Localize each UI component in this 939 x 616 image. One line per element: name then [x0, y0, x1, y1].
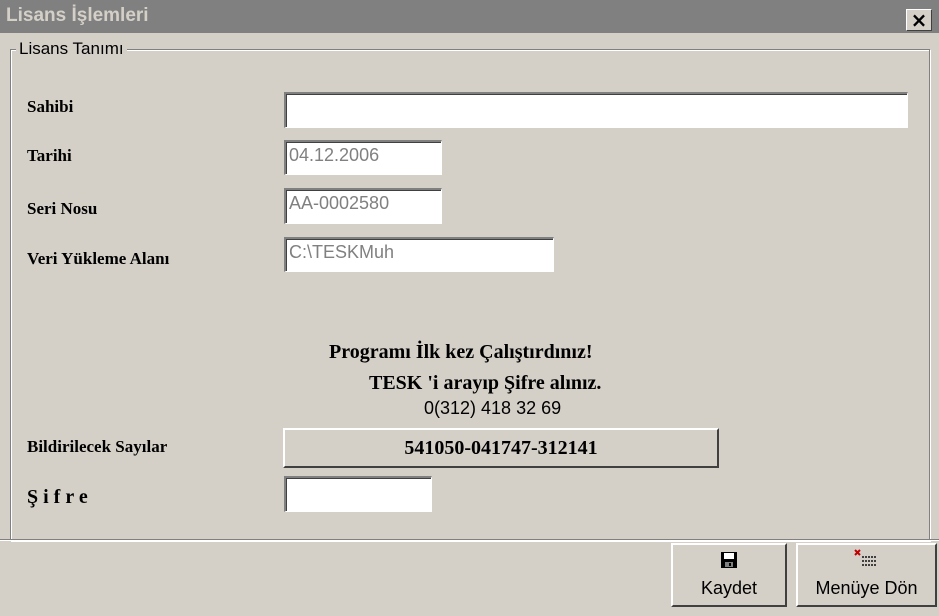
footer-divider: [0, 539, 939, 541]
close-icon: ×: [910, 8, 928, 32]
save-button[interactable]: Kaydet: [671, 543, 787, 607]
date-field: 04.12.2006: [284, 140, 442, 175]
data-path-field: C:\TESKMuh: [284, 237, 554, 272]
window-title: Lisans İşlemleri: [6, 5, 149, 26]
groupbox-legend: Lisans Tanımı: [16, 39, 127, 59]
menu-return-button[interactable]: Menüye Dön: [796, 543, 937, 607]
first-run-message: Programı İlk kez Çalıştırdınız!: [329, 341, 593, 363]
menu-return-icon: [853, 549, 880, 574]
owner-input[interactable]: [284, 92, 908, 128]
menu-return-label: Menüye Dön: [815, 578, 918, 598]
phone-number: 0(312) 418 32 69: [424, 398, 562, 418]
floppy-disk-icon: [720, 551, 738, 574]
title-bar: Lisans İşlemleri ×: [0, 0, 939, 33]
date-label: Tarihi: [27, 146, 72, 165]
serial-field: AA-0002580: [284, 188, 442, 224]
password-input[interactable]: [284, 476, 432, 512]
close-button[interactable]: ×: [906, 9, 932, 31]
data-path-label: Veri Yükleme Alanı: [27, 249, 170, 268]
license-code-button[interactable]: 541050-041747-312141: [283, 428, 719, 468]
numbers-label: Bildirilecek Sayılar: [27, 437, 168, 456]
save-label: Kaydet: [700, 578, 758, 598]
password-label: Ş i f r e: [27, 486, 88, 508]
call-tesk-message: TESK 'i arayıp Şifre alınız.: [369, 372, 602, 394]
license-dialog: Lisans İşlemleri × Lisans Tanımı Sahibi …: [0, 0, 939, 616]
owner-label: Sahibi: [27, 97, 74, 116]
serial-label: Seri Nosu: [27, 199, 98, 218]
